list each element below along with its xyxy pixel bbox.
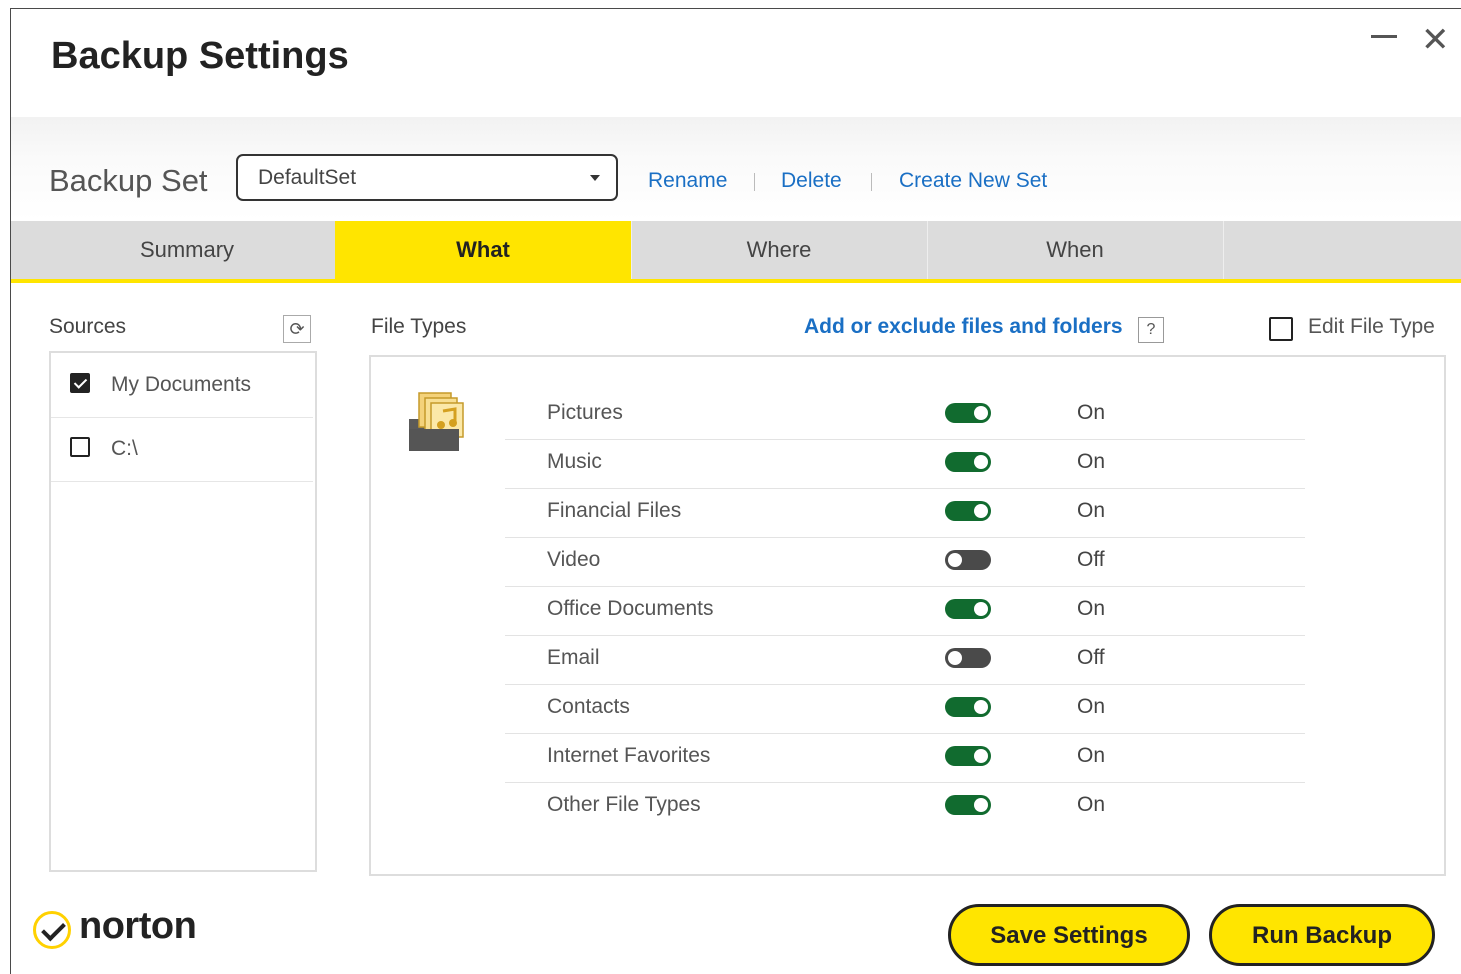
backup-set-bar: Backup Set DefaultSet Rename Delete Crea… bbox=[11, 117, 1461, 221]
file-type-state: On bbox=[1077, 695, 1106, 718]
save-settings-button[interactable]: Save Settings bbox=[948, 904, 1190, 966]
music-toggle[interactable] bbox=[945, 452, 991, 472]
video-toggle[interactable] bbox=[945, 550, 991, 570]
norton-checkmark-icon bbox=[33, 911, 71, 949]
tab-where[interactable]: Where bbox=[631, 221, 928, 279]
file-type-name: Music bbox=[547, 450, 602, 473]
file-type-state: On bbox=[1077, 597, 1106, 620]
file-type-name: Office Documents bbox=[547, 597, 714, 620]
add-exclude-files-link[interactable]: Add or exclude files and folders bbox=[804, 315, 1123, 339]
source-label: My Documents bbox=[111, 373, 252, 396]
file-type-row-internet-favorites: Internet Favorites On bbox=[505, 734, 1305, 783]
c-drive-checkbox[interactable] bbox=[70, 437, 90, 457]
file-type-state: Off bbox=[1077, 548, 1105, 571]
file-type-state: On bbox=[1077, 499, 1106, 522]
tab-summary[interactable]: Summary bbox=[39, 221, 336, 279]
file-type-name: Internet Favorites bbox=[547, 744, 711, 767]
link-divider bbox=[871, 173, 872, 191]
my-documents-checkbox[interactable] bbox=[70, 373, 90, 393]
run-backup-button[interactable]: Run Backup bbox=[1209, 904, 1435, 966]
file-type-row-contacts: Contacts On bbox=[505, 685, 1305, 734]
tab-what[interactable]: What bbox=[335, 221, 632, 279]
file-type-name: Video bbox=[547, 548, 601, 571]
rename-link[interactable]: Rename bbox=[648, 169, 727, 193]
file-type-row-email: Email Off bbox=[505, 636, 1305, 685]
backup-set-dropdown[interactable]: DefaultSet bbox=[236, 154, 618, 201]
file-type-row-video: Video Off bbox=[505, 538, 1305, 587]
file-types-label: File Types bbox=[371, 315, 467, 338]
email-toggle[interactable] bbox=[945, 648, 991, 668]
file-type-name: Other File Types bbox=[547, 793, 701, 816]
source-item-c-drive[interactable]: C:\ bbox=[51, 417, 313, 482]
file-type-name: Contacts bbox=[547, 695, 630, 718]
backup-settings-window: Backup Settings ✕ Backup Set DefaultSet … bbox=[10, 8, 1461, 974]
sources-list: My Documents C:\ bbox=[49, 351, 317, 872]
contacts-toggle[interactable] bbox=[945, 697, 991, 717]
tab-when[interactable]: When bbox=[927, 221, 1224, 279]
create-new-set-link[interactable]: Create New Set bbox=[899, 169, 1047, 193]
backup-set-label: Backup Set bbox=[49, 163, 208, 198]
sources-label: Sources bbox=[49, 315, 127, 338]
file-type-name: Financial Files bbox=[547, 499, 682, 522]
folder-files-icon bbox=[409, 392, 464, 451]
chevron-down-icon bbox=[590, 175, 600, 181]
source-item-my-documents[interactable]: My Documents bbox=[51, 353, 313, 418]
minimize-icon[interactable] bbox=[1371, 35, 1397, 38]
help-icon[interactable]: ? bbox=[1138, 317, 1164, 343]
norton-logo-text: norton bbox=[79, 905, 197, 947]
internet-favorites-toggle[interactable] bbox=[945, 746, 991, 766]
source-label: C:\ bbox=[111, 437, 138, 460]
edit-file-type-label: Edit File Type bbox=[1308, 315, 1435, 338]
file-type-row-financial-files: Financial Files On bbox=[505, 489, 1305, 538]
file-type-row-pictures: Pictures On bbox=[505, 391, 1305, 440]
file-type-state: On bbox=[1077, 450, 1106, 473]
backup-set-value: DefaultSet bbox=[258, 166, 357, 189]
link-divider bbox=[754, 173, 755, 191]
edit-file-type-checkbox[interactable] bbox=[1269, 317, 1293, 341]
file-type-state: On bbox=[1077, 744, 1106, 767]
file-type-row-other-file-types: Other File Types On bbox=[505, 783, 1305, 831]
delete-link[interactable]: Delete bbox=[781, 169, 842, 193]
file-type-row-office-documents: Office Documents On bbox=[505, 587, 1305, 636]
other-file-types-toggle[interactable] bbox=[945, 795, 991, 815]
financial-files-toggle[interactable] bbox=[945, 501, 991, 521]
file-type-state: On bbox=[1077, 401, 1106, 424]
file-types-panel: Pictures On Music On Financial Files On … bbox=[369, 355, 1446, 876]
file-type-name: Email bbox=[547, 646, 600, 669]
tab-bar: Summary What Where When bbox=[11, 221, 1461, 283]
window-title: Backup Settings bbox=[51, 35, 349, 77]
office-documents-toggle[interactable] bbox=[945, 599, 991, 619]
pictures-toggle[interactable] bbox=[945, 403, 991, 423]
refresh-icon[interactable]: ⟳ bbox=[283, 315, 311, 343]
file-type-state: Off bbox=[1077, 646, 1105, 669]
close-icon[interactable]: ✕ bbox=[1421, 23, 1450, 57]
file-type-row-music: Music On bbox=[505, 440, 1305, 489]
file-type-state: On bbox=[1077, 793, 1106, 816]
file-type-name: Pictures bbox=[547, 401, 623, 424]
